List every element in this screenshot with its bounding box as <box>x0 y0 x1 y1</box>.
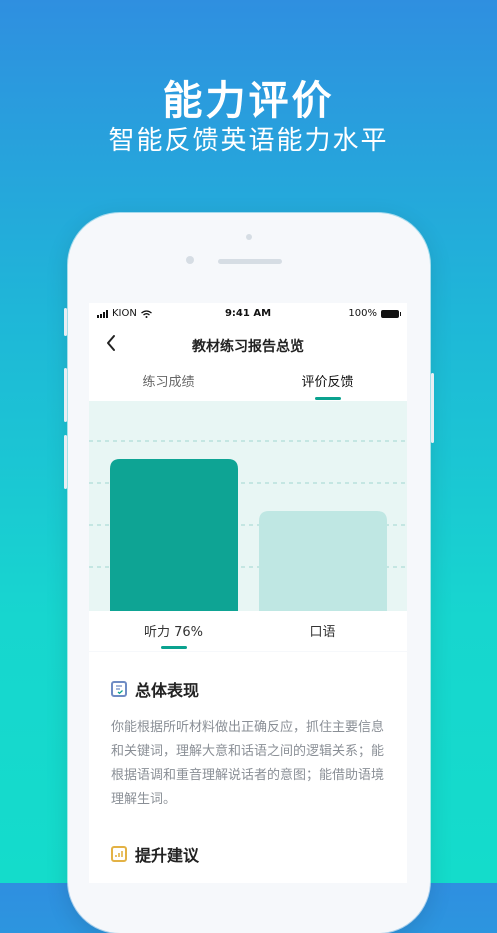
status-right: 100% <box>348 308 401 319</box>
overall-text: 你能根据所听材料做出正确反应，抓住主要信息和关键词，理解大意和话语之间的逻辑关系… <box>111 720 385 807</box>
bar-0 <box>110 459 238 611</box>
bar-1 <box>259 511 387 611</box>
tab-bar: 练习成绩 评价反馈 <box>89 365 407 401</box>
chart-tab-indicator <box>161 646 187 649</box>
chart-category-tabs: 听力 76% 口语 <box>89 611 407 652</box>
feedback-card: 总体表现 你能根据所听材料做出正确反应，抓住主要信息和关键词，理解大意和话语之间… <box>89 652 407 872</box>
overall-header: 总体表现 <box>111 677 199 701</box>
camera-icon <box>246 234 252 240</box>
nav-bar: 教材练习报告总览 <box>89 325 407 365</box>
suggest-title: 提升建议 <box>135 846 200 865</box>
growth-chart-icon <box>111 846 127 862</box>
chart-tab-listening[interactable]: 听力 76% <box>94 621 253 640</box>
sensor-dot <box>186 256 194 264</box>
report-icon <box>111 681 127 697</box>
chart-tab-speaking[interactable]: 口语 <box>243 621 402 640</box>
bar-chart <box>89 401 407 611</box>
tab-scores[interactable]: 练习成绩 <box>89 371 248 390</box>
volume-up-button <box>64 368 67 422</box>
mute-switch <box>64 308 67 336</box>
suggest-header: 提升建议 <box>111 842 199 866</box>
battery-icon <box>381 309 401 318</box>
battery-label: 100% <box>348 308 377 319</box>
hero-title: 能力评价 <box>162 78 335 124</box>
tab-indicator <box>315 397 341 400</box>
tab-feedback[interactable]: 评价反馈 <box>248 371 407 390</box>
page-title: 教材练习报告总览 <box>192 339 304 355</box>
chart-svg <box>89 440 407 611</box>
hero-subtitle: 智能反馈英语能力水平 <box>108 126 389 156</box>
power-button <box>431 373 434 443</box>
volume-down-button <box>64 435 67 489</box>
speaker-grille <box>218 259 282 264</box>
overall-title: 总体表现 <box>135 681 200 700</box>
app-screen: KION 9:41 AM 100% 教材练习报告总览 练习成绩 评价反馈 听力 … <box>89 303 407 883</box>
status-bar: KION 9:41 AM 100% <box>89 303 407 325</box>
